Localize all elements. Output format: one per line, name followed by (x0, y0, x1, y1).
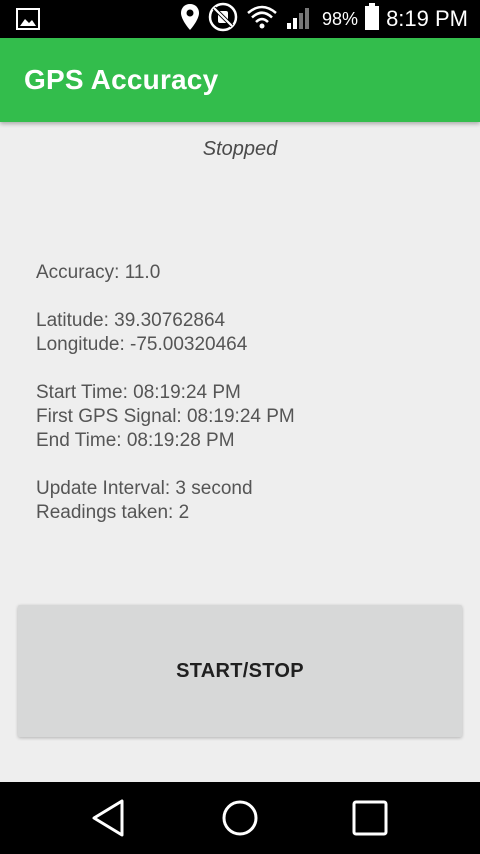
battery-percent: 98% (322, 8, 359, 29)
status-time: 8:19 PM (386, 6, 468, 31)
info-panel: Accuracy: 11.0 Latitude: 39.30762864 Lon… (36, 261, 295, 525)
recents-icon[interactable] (348, 796, 392, 840)
image-icon (16, 7, 40, 31)
wifi-icon (246, 4, 278, 35)
location-pin-icon (180, 3, 200, 36)
update-interval-text: Update Interval: 3 second (36, 478, 253, 499)
signal-icon (286, 4, 314, 35)
back-icon[interactable] (87, 796, 131, 840)
status-icons: 98% 8:19 PM (180, 0, 468, 38)
latitude-text: Latitude: 39.30762864 (36, 310, 226, 331)
status-label: Stopped (202, 138, 278, 160)
start-stop-button[interactable]: START/STOP (18, 605, 462, 737)
battery-icon (364, 2, 380, 36)
app-bar: GPS Accuracy (0, 38, 480, 122)
mute-icon (208, 2, 238, 37)
readings-taken-text: Readings taken: 2 (36, 502, 190, 523)
start-time-text: Start Time: 08:19:24 PM (36, 382, 241, 403)
app-title: GPS Accuracy (24, 64, 219, 95)
longitude-text: Longitude: -75.00320464 (36, 334, 248, 355)
status-bar: 98% 8:19 PM (0, 0, 480, 38)
accuracy-text: Accuracy: 11.0 (36, 262, 161, 283)
navigation-bar (0, 782, 480, 854)
end-time-text: End Time: 08:19:28 PM (36, 430, 235, 451)
home-icon[interactable] (218, 796, 262, 840)
first-gps-signal-text: First GPS Signal: 08:19:24 PM (36, 406, 295, 427)
